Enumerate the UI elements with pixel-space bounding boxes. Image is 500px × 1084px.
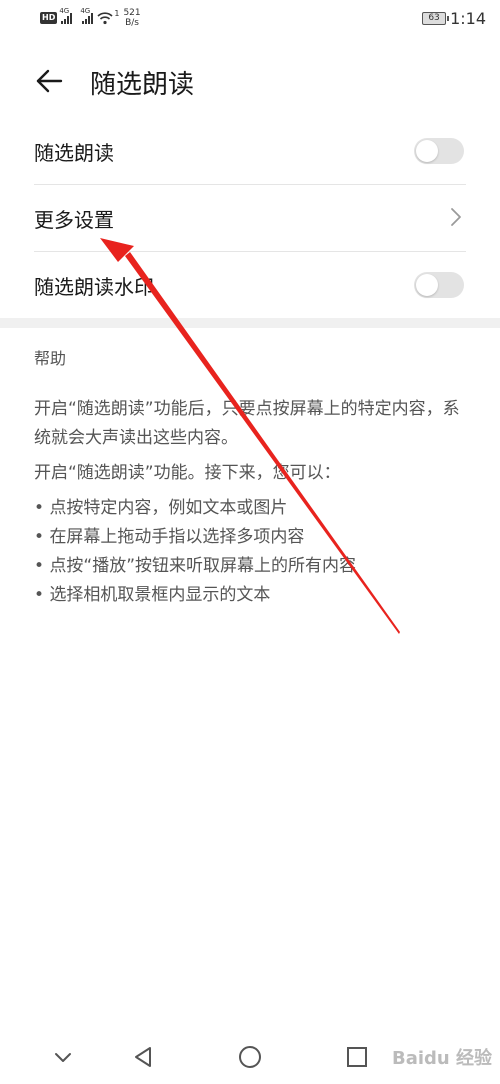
- speed-value: 521: [123, 8, 141, 18]
- help-bullet: 选择相机取景框内显示的文本: [34, 581, 466, 610]
- setting-row-more-settings[interactable]: 更多设置: [34, 184, 466, 251]
- chevron-right-icon: [451, 208, 461, 226]
- triangle-back-icon[interactable]: [130, 1044, 156, 1070]
- circle-home-icon[interactable]: [237, 1044, 263, 1070]
- help-bullet: 在屏幕上拖动手指以选择多项内容: [34, 523, 466, 552]
- help-bullet: 点按特定内容，例如文本或图片: [34, 494, 466, 523]
- baidu-watermark: Baidu 经验: [391, 1048, 492, 1069]
- toggle-knob: [416, 140, 438, 162]
- speed-unit: B/s: [125, 18, 139, 28]
- settings-list: 随选朗读 更多设置 随选朗读水印: [0, 118, 500, 318]
- wifi-badge: 1: [114, 8, 120, 18]
- status-bar: HD 4G 4G 1 521 B/s 63 1:14: [0, 0, 500, 40]
- help-title: 帮助: [34, 349, 67, 368]
- setting-row-select-to-speak[interactable]: 随选朗读: [34, 118, 466, 184]
- hd-badge: HD: [40, 12, 58, 24]
- help-bullet: 点按“播放”按钮来听取屏幕上的所有内容: [34, 552, 466, 581]
- watermark-toggle[interactable]: [414, 272, 464, 298]
- chevron-down-icon[interactable]: [50, 1044, 76, 1070]
- clock: 1:14: [450, 9, 486, 28]
- setting-row-watermark[interactable]: 随选朗读水印: [34, 251, 466, 318]
- signal-icon-2: 4G: [80, 7, 94, 24]
- toggle-knob: [416, 274, 438, 296]
- signal-type-label-2: 4G: [80, 7, 91, 15]
- setting-label: 更多设置: [34, 207, 114, 232]
- status-right: 63 1:14: [422, 9, 486, 28]
- setting-label: 随选朗读水印: [34, 274, 154, 299]
- help-paragraph: 开启“随选朗读”功能。接下来，您可以：: [34, 463, 341, 483]
- wifi-icon: [97, 12, 113, 25]
- status-left: HD 4G 4G 1 521 B/s: [40, 7, 141, 28]
- network-speed: 521 B/s: [123, 8, 140, 28]
- help-section: 帮助 开启“随选朗读”功能后，只要点按屏幕上的特定内容，系统就会大声读出这些内容…: [34, 345, 466, 610]
- system-nav-bar: Baidu 经验: [0, 1030, 500, 1084]
- page-title: 随选朗读: [90, 70, 195, 100]
- select-to-speak-toggle[interactable]: [414, 138, 464, 164]
- help-bullet-list: 点按特定内容，例如文本或图片 在屏幕上拖动手指以选择多项内容 点按“播放”按钮来…: [34, 494, 466, 610]
- help-paragraph: 开启“随选朗读”功能后，只要点按屏幕上的特定内容，系统就会大声读出这些内容。: [34, 399, 460, 448]
- setting-label: 随选朗读: [34, 140, 114, 165]
- arrow-left-icon[interactable]: [34, 66, 64, 96]
- square-recent-icon[interactable]: [344, 1044, 370, 1070]
- battery-icon: 63: [422, 12, 450, 25]
- app-header: 随选朗读: [0, 56, 500, 106]
- signal-icon: 4G: [59, 7, 73, 24]
- section-divider: [0, 318, 500, 328]
- signal-type-label: 4G: [59, 7, 70, 15]
